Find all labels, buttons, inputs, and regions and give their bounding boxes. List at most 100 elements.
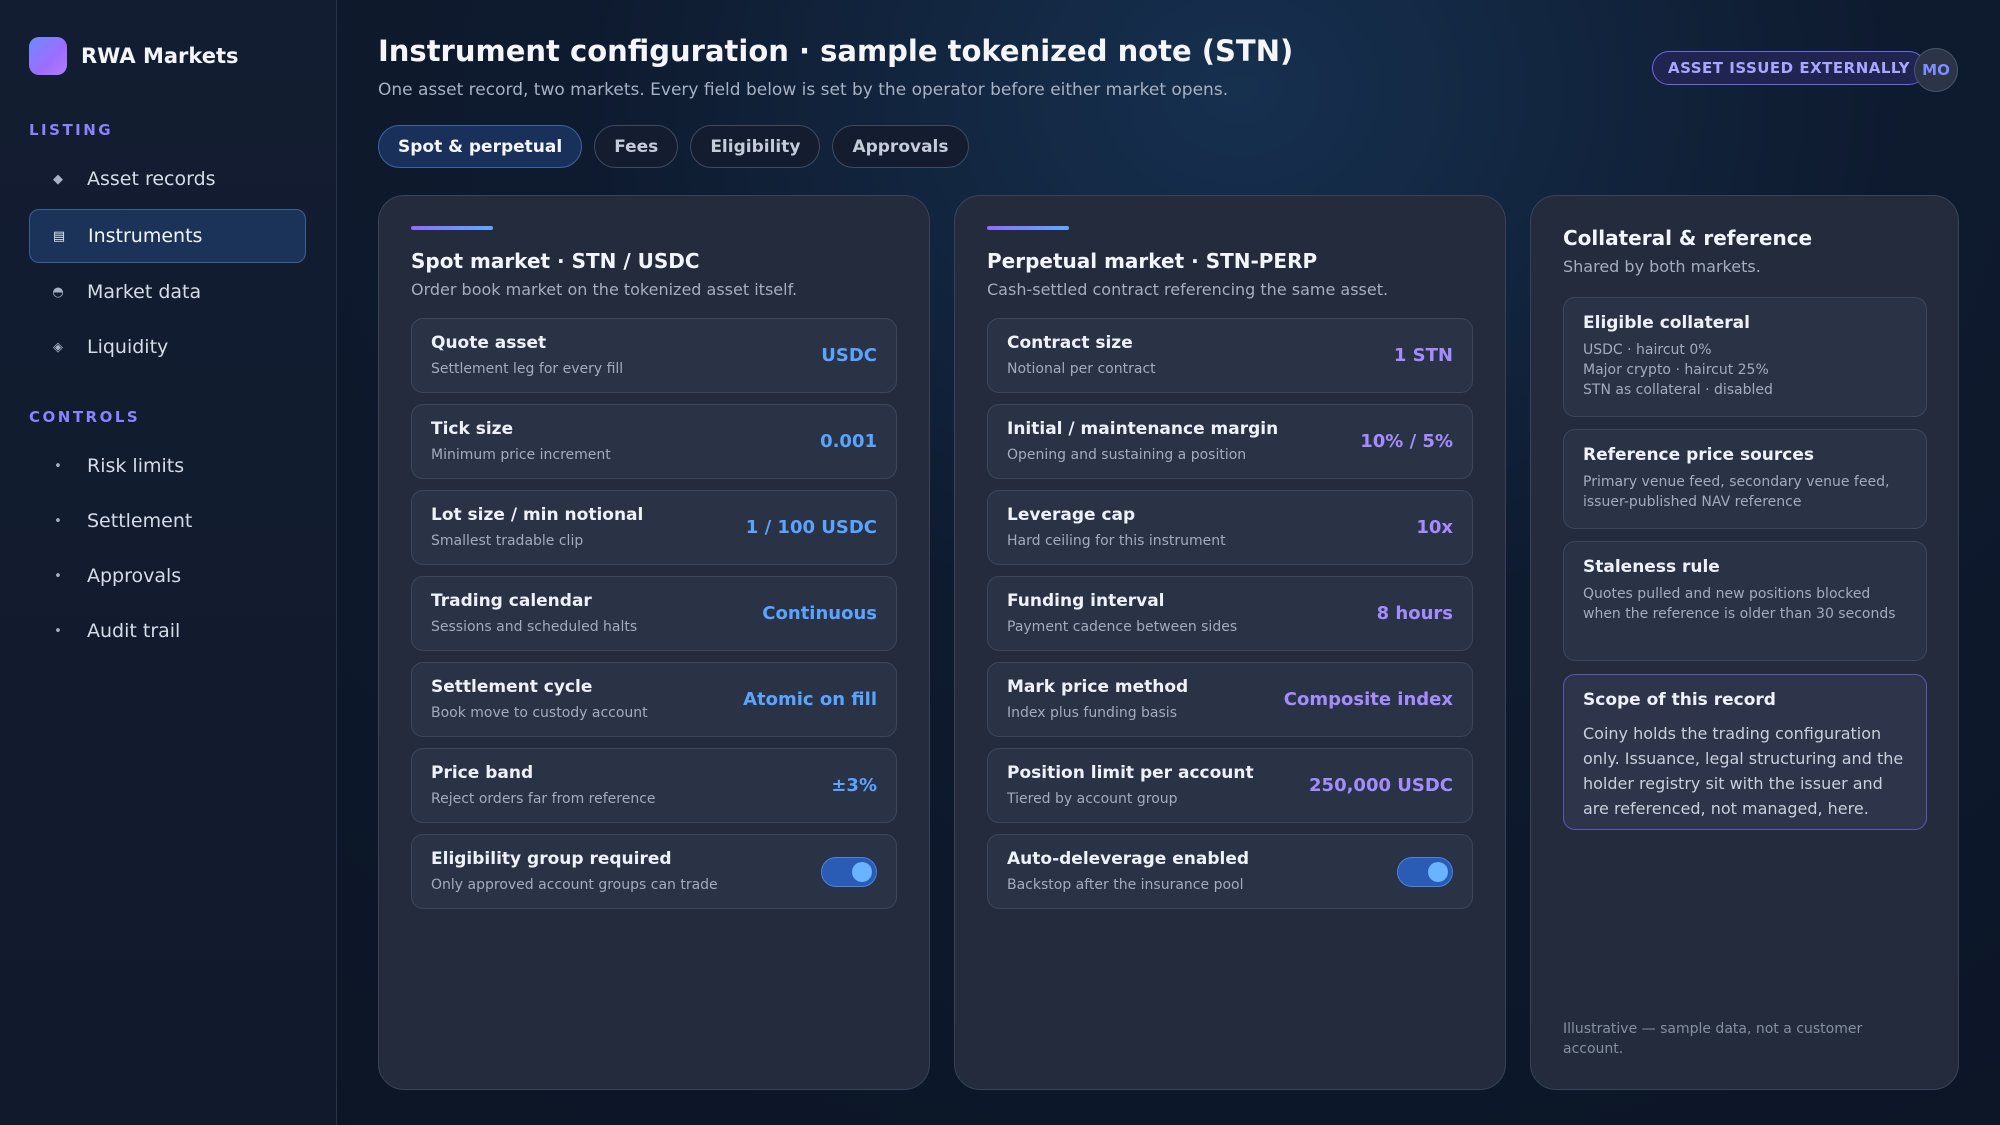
card-title: Eligible collateral xyxy=(1583,313,1750,333)
setting-description: Notional per contract xyxy=(1007,361,1156,377)
setting-label: Initial / maintenance margin xyxy=(1007,419,1279,439)
panel-title: Collateral & reference xyxy=(1563,226,1813,250)
setting-row-position-limit[interactable]: Position limit per account Tiered by acc… xyxy=(987,748,1473,823)
dot-icon: • xyxy=(54,623,62,639)
page-subtitle: One asset record, two markets. Every fie… xyxy=(378,80,1229,100)
tab-fees[interactable]: Fees xyxy=(594,125,679,168)
tab-bar: Spot & perpetual Fees Eligibility Approv… xyxy=(378,125,969,168)
tab-eligibility[interactable]: Eligibility xyxy=(690,125,821,168)
setting-value: Composite index xyxy=(1283,689,1453,710)
sidebar-item-asset-records[interactable]: ◆ Asset records xyxy=(29,152,306,206)
setting-value: 8 hours xyxy=(1376,603,1453,624)
eligibility-group-toggle[interactable] xyxy=(821,857,877,887)
card-reference-price-sources: Reference price sources Primary venue fe… xyxy=(1563,429,1927,529)
panel-subtitle: Cash-settled contract referencing the sa… xyxy=(987,280,1389,299)
card-title: Reference price sources xyxy=(1583,445,1815,465)
setting-label: Auto-deleverage enabled xyxy=(1007,849,1250,869)
page-title: Instrument configuration · sample tokeni… xyxy=(378,34,1294,68)
setting-description: Backstop after the insurance pool xyxy=(1007,877,1244,893)
setting-label: Lot size / min notional xyxy=(431,505,644,525)
tab-spot-perpetual[interactable]: Spot & perpetual xyxy=(378,125,583,168)
setting-label: Mark price method xyxy=(1007,677,1189,697)
setting-row-funding-interval[interactable]: Funding interval Payment cadence between… xyxy=(987,576,1473,651)
setting-description: Book move to custody account xyxy=(431,705,648,721)
setting-label: Funding interval xyxy=(1007,591,1165,611)
dot-icon: • xyxy=(54,513,62,529)
dot-icon: • xyxy=(54,568,62,584)
collateral-line: Major crypto · haircut 25% xyxy=(1583,362,1769,378)
setting-label: Settlement cycle xyxy=(431,677,593,697)
setting-row-mark-price-method[interactable]: Mark price method Index plus funding bas… xyxy=(987,662,1473,737)
collateral-reference-panel: Collateral & reference Shared by both ma… xyxy=(1530,195,1959,1090)
collateral-line: USDC · haircut 0% xyxy=(1583,342,1712,358)
card-eligible-collateral: Eligible collateral USDC · haircut 0% Ma… xyxy=(1563,297,1927,417)
setting-row-lot-size[interactable]: Lot size / min notional Smallest tradabl… xyxy=(411,490,897,565)
panel-subtitle: Shared by both markets. xyxy=(1563,257,1761,276)
spot-market-panel: Spot market · STN / USDC Order book mark… xyxy=(378,195,930,1090)
setting-description: Payment cadence between sides xyxy=(1007,619,1238,635)
setting-row-settlement-cycle[interactable]: Settlement cycle Book move to custody ac… xyxy=(411,662,897,737)
dot-icon: • xyxy=(54,458,62,474)
sidebar-item-instruments[interactable]: ▤ Instruments xyxy=(29,209,306,263)
setting-row-margin[interactable]: Initial / maintenance margin Opening and… xyxy=(987,404,1473,479)
setting-value: 1 / 100 USDC xyxy=(745,517,877,538)
card-staleness-rule: Staleness rule Quotes pulled and new pos… xyxy=(1563,541,1927,661)
perpetual-market-panel: Perpetual market · STN-PERP Cash-settled… xyxy=(954,195,1506,1090)
half-circle-icon: ◓ xyxy=(52,284,64,300)
card-scope-of-record: Scope of this record Coiny holds the tra… xyxy=(1563,674,1927,830)
sidebar-item-risk-limits[interactable]: • Risk limits xyxy=(29,439,306,493)
panel-title: Spot market · STN / USDC xyxy=(411,249,700,273)
section-label-listing: LISTING xyxy=(29,121,114,139)
section-label-controls: CONTROLS xyxy=(29,408,141,426)
brand-name: RWA Markets xyxy=(81,44,239,68)
setting-value: Continuous xyxy=(762,603,877,624)
setting-value: 10x xyxy=(1416,517,1453,538)
setting-label: Leverage cap xyxy=(1007,505,1136,525)
tab-approvals[interactable]: Approvals xyxy=(832,125,969,168)
setting-value: Atomic on fill xyxy=(743,689,877,710)
card-title: Scope of this record xyxy=(1583,690,1776,710)
sidebar-item-audit-trail[interactable]: • Audit trail xyxy=(29,604,306,658)
setting-value: USDC xyxy=(821,345,877,366)
avatar[interactable]: MO xyxy=(1914,48,1958,92)
setting-row-auto-deleverage: Auto-deleverage enabled Backstop after t… xyxy=(987,834,1473,909)
setting-value: 0.001 xyxy=(820,431,877,452)
setting-row-contract-size[interactable]: Contract size Notional per contract 1 ST… xyxy=(987,318,1473,393)
setting-description: Opening and sustaining a position xyxy=(1007,447,1247,463)
auto-deleverage-toggle[interactable] xyxy=(1397,857,1453,887)
setting-label: Eligibility group required xyxy=(431,849,672,869)
setting-description: Smallest tradable clip xyxy=(431,533,584,549)
setting-value: 10% / 5% xyxy=(1360,431,1453,452)
toggle-knob xyxy=(852,862,872,882)
setting-row-leverage-cap[interactable]: Leverage cap Hard ceiling for this instr… xyxy=(987,490,1473,565)
sidebar-item-label: Instruments xyxy=(88,225,203,247)
setting-label: Contract size xyxy=(1007,333,1133,353)
setting-row-trading-calendar[interactable]: Trading calendar Sessions and scheduled … xyxy=(411,576,897,651)
setting-label: Position limit per account xyxy=(1007,763,1254,783)
setting-description: Minimum price increment xyxy=(431,447,611,463)
sidebar-item-label: Audit trail xyxy=(87,620,181,642)
setting-value: 250,000 USDC xyxy=(1309,775,1453,796)
sidebar-item-label: Asset records xyxy=(87,168,216,190)
diamond-outline-icon: ◈ xyxy=(53,339,63,355)
setting-row-quote-asset[interactable]: Quote asset Settlement leg for every fil… xyxy=(411,318,897,393)
sidebar: RWA Markets LISTING ◆ Asset records ▤ In… xyxy=(0,0,337,1125)
card-body: Quotes pulled and new positions blocked … xyxy=(1583,586,1896,622)
sidebar-item-approvals[interactable]: • Approvals xyxy=(29,549,306,603)
sidebar-item-market-data[interactable]: ◓ Market data xyxy=(29,265,306,319)
brand[interactable]: RWA Markets xyxy=(29,37,239,75)
sidebar-item-liquidity[interactable]: ◈ Liquidity xyxy=(29,320,306,374)
setting-description: Reject orders far from reference xyxy=(431,791,656,807)
sidebar-item-settlement[interactable]: • Settlement xyxy=(29,494,306,548)
list-icon: ▤ xyxy=(52,228,66,244)
setting-label: Price band xyxy=(431,763,534,783)
toggle-knob xyxy=(1428,862,1448,882)
panel-title: Perpetual market · STN-PERP xyxy=(987,249,1318,273)
panel-accent xyxy=(411,226,493,230)
sidebar-item-label: Liquidity xyxy=(87,336,169,358)
setting-row-tick-size[interactable]: Tick size Minimum price increment 0.001 xyxy=(411,404,897,479)
setting-label: Trading calendar xyxy=(431,591,592,611)
setting-row-price-band[interactable]: Price band Reject orders far from refere… xyxy=(411,748,897,823)
card-body: Primary venue feed, secondary venue feed… xyxy=(1583,474,1890,510)
setting-row-eligibility-group: Eligibility group required Only approved… xyxy=(411,834,897,909)
